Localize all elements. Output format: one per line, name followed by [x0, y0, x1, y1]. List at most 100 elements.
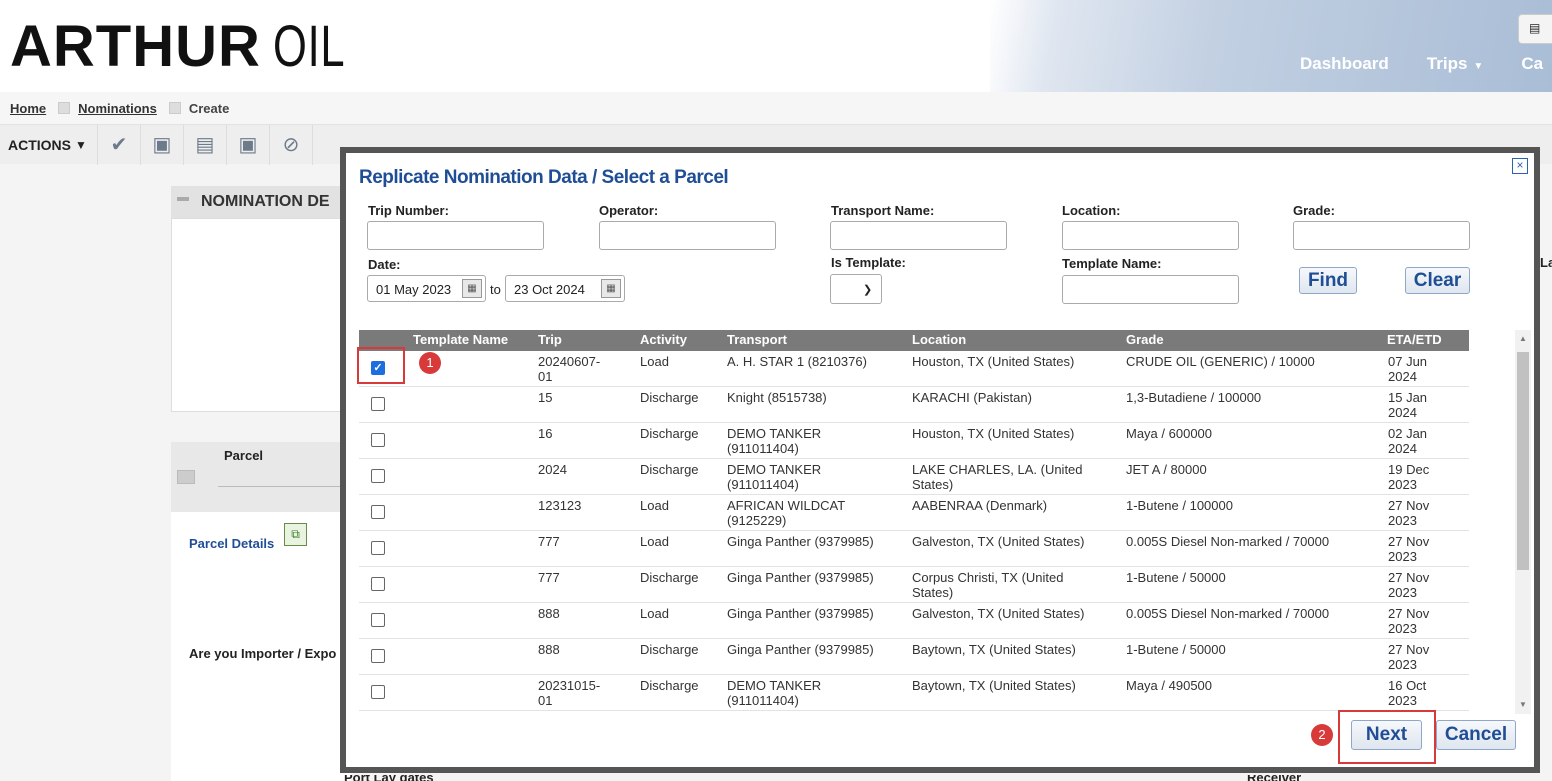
actions-menu-button[interactable]: ACTIONS ▼	[0, 124, 98, 165]
grade-input[interactable]	[1293, 221, 1470, 250]
cancel-button[interactable]: Cancel	[1436, 720, 1516, 750]
company-logo[interactable]: ARTHUR OIL	[10, 12, 369, 82]
calendar-icon[interactable]: ▦	[601, 279, 621, 298]
cell-grade: 1-Butene / 100000	[1126, 498, 1233, 513]
trip-number-input[interactable]	[367, 221, 544, 250]
is-template-select[interactable]: ❯	[830, 274, 882, 304]
save-icon[interactable]: ▣	[141, 124, 184, 165]
clear-button[interactable]: Clear	[1405, 267, 1470, 294]
cell-grade: Maya / 600000	[1126, 426, 1213, 441]
cell-location: Baytown, TX (United States)	[912, 642, 1076, 657]
date-to-field[interactable]: 23 Oct 2024 ▦	[505, 275, 625, 302]
cell-location: LAKE CHARLES, LA. (United States)	[912, 462, 1083, 492]
operator-input[interactable]	[599, 221, 776, 250]
row-select-checkbox[interactable]	[371, 649, 385, 663]
cell-activity: Discharge	[640, 642, 699, 657]
calendar-icon[interactable]: ▦	[462, 279, 482, 298]
cell-trip: 888	[538, 606, 560, 621]
collapse-icon[interactable]	[177, 197, 189, 201]
table-row[interactable]: 888 Load Ginga Panther (9379985) Galveston,…	[359, 603, 1469, 639]
table-row[interactable]: 777 Load Ginga Panther (9379985) Galveston,…	[359, 531, 1469, 567]
row-select-checkbox[interactable]	[371, 505, 385, 519]
row-select-checkbox[interactable]	[371, 469, 385, 483]
col-grade: Grade	[1126, 332, 1164, 347]
cell-location: Corpus Christi, TX (United States)	[912, 570, 1064, 600]
validate-icon[interactable]: ✔	[98, 124, 141, 165]
col-eta-etd: ETA/ETD	[1387, 332, 1442, 347]
cell-trip: 123123	[538, 498, 582, 513]
transport-name-input[interactable]	[830, 221, 1007, 250]
template-name-label: Template Name:	[1062, 256, 1162, 271]
table-row[interactable]: 16 Discharge DEMO TANKER (911011404) Housto…	[359, 423, 1469, 459]
nomination-details-panel	[171, 218, 351, 412]
cell-grade: Maya / 490500	[1126, 678, 1213, 693]
actions-label: ACTIONS	[8, 136, 71, 153]
cell-eta-etd: 19 Dec 2023	[1388, 462, 1430, 492]
col-location: Location	[912, 332, 967, 347]
parcel-details-link[interactable]: Parcel Details	[189, 536, 274, 551]
breadcrumb-nominations[interactable]: Nominations	[78, 101, 157, 116]
find-button[interactable]: Find	[1299, 267, 1357, 294]
scroll-down-icon[interactable]: ▼	[1519, 700, 1527, 709]
trip-number-label: Trip Number:	[368, 203, 449, 218]
breadcrumb-home[interactable]: Home	[10, 101, 46, 116]
template-name-input[interactable]	[1062, 275, 1239, 304]
table-row[interactable]: 777 Discharge Ginga Panther (9379985) Corpu…	[359, 567, 1469, 603]
date-to-label: to	[490, 282, 501, 297]
operator-label: Operator:	[599, 203, 659, 218]
dialog-title: Replicate Nomination Data / Select a Par…	[359, 167, 729, 188]
row-select-checkbox[interactable]	[371, 577, 385, 591]
table-scrollbar[interactable]: ▲ ▼	[1515, 330, 1531, 714]
cell-trip: 2024	[538, 462, 567, 477]
cell-transport: DEMO TANKER (911011404)	[727, 426, 822, 456]
location-input[interactable]	[1062, 221, 1239, 250]
table-row[interactable]: 123123 Load AFRICAN WILDCAT (9125229) AABEN…	[359, 495, 1469, 531]
scroll-thumb[interactable]	[1517, 352, 1529, 570]
row-select-checkbox[interactable]	[371, 685, 385, 699]
parcel-tab[interactable]: Parcel	[224, 448, 263, 463]
cell-transport: Ginga Panther (9379985)	[727, 534, 874, 549]
step1-highlight	[357, 347, 405, 384]
cell-grade: 0.005S Diesel Non-marked / 70000	[1126, 606, 1330, 621]
cell-eta-etd: 15 Jan 2024	[1388, 390, 1428, 420]
table-row[interactable]: 15 Discharge Knight (8515738) KARACHI (Paki…	[359, 387, 1469, 423]
save-submit-icon[interactable]: ▣	[227, 124, 270, 165]
cell-transport: Ginga Panther (9379985)	[727, 642, 874, 657]
save-copy-icon[interactable]: ▤	[184, 124, 227, 165]
logo-bold-text: ARTHUR	[10, 14, 261, 79]
table-row[interactable]: 20231015- 01 Discharge DEMO TANKER (911011…	[359, 675, 1469, 711]
col-template-name: Template Name	[413, 332, 509, 347]
cell-grade: 0.005S Diesel Non-marked / 70000	[1126, 534, 1330, 549]
grade-label: Grade:	[1293, 203, 1335, 218]
cell-activity: Load	[640, 354, 669, 369]
cell-eta-etd: 27 Nov 2023	[1388, 606, 1430, 636]
date-from-value: 01 May 2023	[376, 282, 452, 297]
replicate-nomination-dialog: Replicate Nomination Data / Select a Par…	[340, 147, 1540, 773]
copy-parcel-icon[interactable]: ⧉	[284, 523, 307, 546]
row-select-checkbox[interactable]	[371, 397, 385, 411]
next-button[interactable]: Next	[1351, 720, 1422, 750]
table-row[interactable]: ✓ 20240607- 01 Load A. H. STAR 1 (8210376) H…	[359, 351, 1469, 387]
cell-transport: DEMO TANKER (911011404)	[727, 462, 822, 492]
nav-trips[interactable]: Trips ▼	[1427, 54, 1484, 74]
cell-transport: A. H. STAR 1 (8210376)	[727, 354, 867, 369]
cell-transport: AFRICAN WILDCAT (9125229)	[727, 498, 846, 528]
scroll-up-icon[interactable]: ▲	[1519, 334, 1527, 343]
row-select-checkbox[interactable]	[371, 433, 385, 447]
row-select-checkbox[interactable]	[371, 541, 385, 555]
cancel-circle-icon[interactable]: ⊘	[270, 124, 313, 165]
date-from-field[interactable]: 01 May 2023 ▦	[367, 275, 486, 302]
header-banner	[990, 0, 1552, 92]
nav-ca[interactable]: Ca	[1521, 54, 1543, 74]
row-select-checkbox[interactable]	[371, 613, 385, 627]
cell-location: Galveston, TX (United States)	[912, 606, 1085, 621]
table-row[interactable]: 2024 Discharge DEMO TANKER (911011404) LAKE…	[359, 459, 1469, 495]
collapse-icon[interactable]	[177, 470, 195, 484]
cell-activity: Discharge	[640, 390, 699, 405]
table-row[interactable]: 20231015-LoadDEMO TANKERDos Bocas (Mexic…	[359, 711, 1469, 712]
nav-dashboard[interactable]: Dashboard	[1300, 54, 1389, 74]
close-icon[interactable]: ×	[1512, 158, 1528, 174]
table-row[interactable]: 888 Discharge Ginga Panther (9379985) Bayto…	[359, 639, 1469, 675]
menu-toggle-button[interactable]: ▤	[1518, 14, 1552, 44]
cell-eta-etd: 27 Nov 2023	[1388, 498, 1430, 528]
